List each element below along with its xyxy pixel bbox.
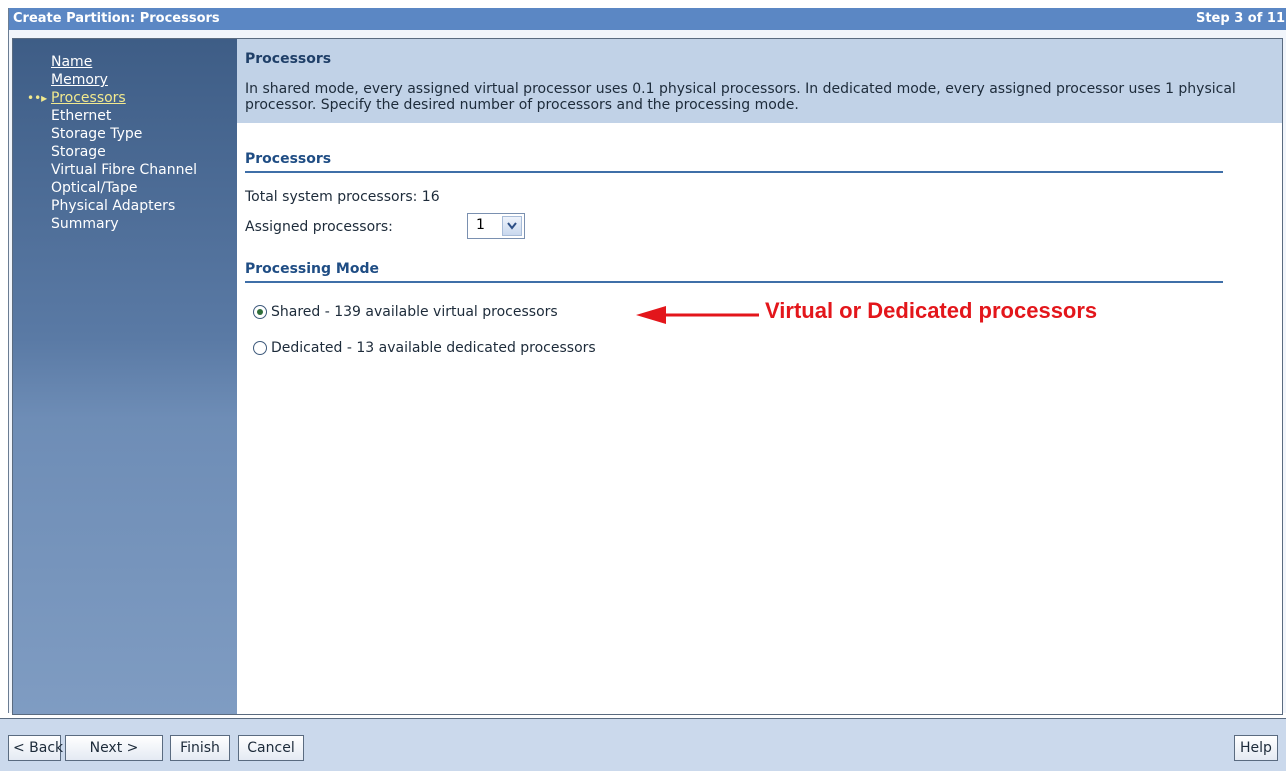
sidebar-item-storage-type: Storage Type [51,125,197,143]
sidebar-item-label: Memory [51,72,108,88]
sidebar-item-optical-tape: Optical/Tape [51,179,197,197]
wizard-window: Create Partition: Processors Step 3 of 1… [8,8,1286,715]
dedicated-mode-option[interactable]: Dedicated - 13 available dedicated proce… [253,340,596,356]
dedicated-mode-label: Dedicated - 13 available dedicated proce… [271,340,596,356]
sidebar-item-summary: Summary [51,215,197,233]
sidebar-item-label: Name [51,54,93,70]
sidebar-item-label: Physical Adapters [51,198,176,214]
main-content: Processors In shared mode, every assigne… [237,39,1282,714]
title-bar: Create Partition: Processors Step 3 of 1… [9,8,1286,30]
page-description: In shared mode, every assigned virtual p… [245,81,1236,113]
wizard-panel: Name Memory ••▸ Processors Ethernet Stora… [12,38,1283,715]
next-button[interactable]: Next > [65,735,163,761]
section-heading-processing-mode: Processing Mode [245,261,1223,283]
page-header: Processors In shared mode, every assigne… [237,39,1282,123]
help-button[interactable]: Help [1234,735,1278,761]
assigned-processors-value: 1 [476,217,485,233]
shared-radio[interactable] [253,305,267,319]
total-processors-label: Total system processors: 16 [245,189,440,205]
sidebar-item-ethernet: Ethernet [51,107,197,125]
sidebar-item-virtual-fibre-channel: Virtual Fibre Channel [51,161,197,179]
sidebar-item-label: Processors [51,90,126,106]
sidebar-item-label: Storage Type [51,126,143,142]
arrow-right-icon: ••▸ [27,91,48,105]
annotation-arrow-icon [636,306,759,324]
sidebar-item-processors[interactable]: ••▸ Processors [27,89,197,107]
sidebar-item-memory[interactable]: Memory [51,71,197,89]
shared-mode-option[interactable]: Shared - 139 available virtual processor… [253,304,558,320]
wizard-sidebar: Name Memory ••▸ Processors Ethernet Stora… [13,39,237,714]
chevron-down-icon[interactable] [502,216,522,236]
sidebar-item-label: Ethernet [51,108,112,124]
dedicated-radio[interactable] [253,341,267,355]
wizard-body: Name Memory ••▸ Processors Ethernet Stora… [9,30,1286,715]
step-nav: Name Memory ••▸ Processors Ethernet Stora… [27,53,197,233]
sidebar-item-label: Optical/Tape [51,180,138,196]
step-indicator: Step 3 of 11 [1195,11,1285,26]
finish-button[interactable]: Finish [170,735,230,761]
sidebar-item-storage: Storage [51,143,197,161]
sidebar-item-name[interactable]: Name [51,53,197,71]
sidebar-item-physical-adapters: Physical Adapters [51,197,197,215]
shared-mode-label: Shared - 139 available virtual processor… [271,304,558,320]
sidebar-item-label: Summary [51,216,119,232]
wizard-footer: < Back Next > Finish Cancel Help [0,718,1286,771]
section-heading-processors: Processors [245,151,1223,173]
wizard-title: Create Partition: Processors [13,11,220,26]
back-button[interactable]: < Back [8,735,63,761]
sidebar-item-label: Virtual Fibre Channel [51,162,197,178]
assigned-processors-label: Assigned processors: [245,219,393,235]
cancel-button[interactable]: Cancel [238,735,304,761]
assigned-processors-select[interactable]: 1 [467,213,525,239]
annotation-callout: Virtual or Dedicated processors [765,298,1098,323]
sidebar-item-label: Storage [51,144,106,160]
page-title: Processors [245,51,332,67]
